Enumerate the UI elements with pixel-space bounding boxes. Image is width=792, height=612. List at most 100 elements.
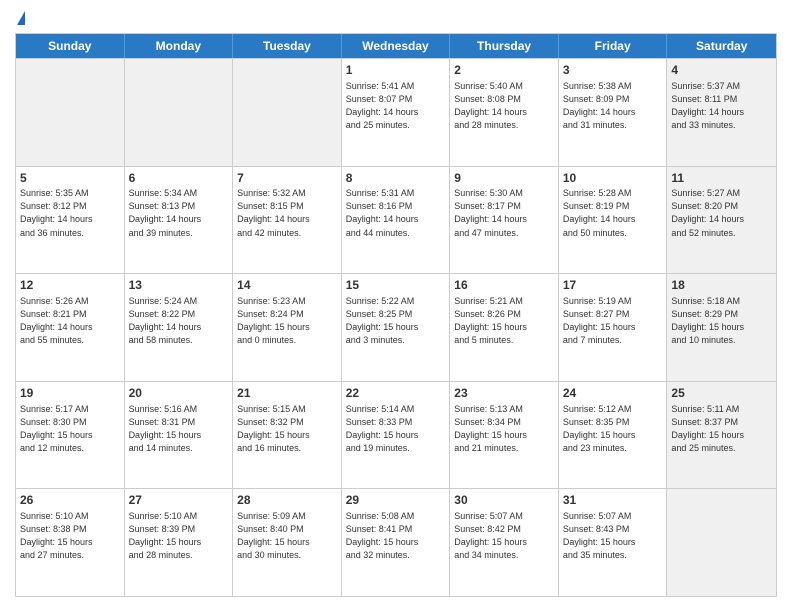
day-info: Sunrise: 5:18 AM Sunset: 8:29 PM Dayligh…: [671, 295, 772, 347]
day-info: Sunrise: 5:40 AM Sunset: 8:08 PM Dayligh…: [454, 80, 554, 132]
day-number: 23: [454, 385, 554, 402]
day-number: 28: [237, 492, 337, 509]
day-info: Sunrise: 5:15 AM Sunset: 8:32 PM Dayligh…: [237, 403, 337, 455]
calendar-day-10: 10Sunrise: 5:28 AM Sunset: 8:19 PM Dayli…: [559, 167, 668, 274]
calendar-row-4: 19Sunrise: 5:17 AM Sunset: 8:30 PM Dayli…: [16, 381, 776, 489]
calendar-day-27: 27Sunrise: 5:10 AM Sunset: 8:39 PM Dayli…: [125, 489, 234, 596]
day-info: Sunrise: 5:14 AM Sunset: 8:33 PM Dayligh…: [346, 403, 446, 455]
calendar-day-31: 31Sunrise: 5:07 AM Sunset: 8:43 PM Dayli…: [559, 489, 668, 596]
header-day-tuesday: Tuesday: [233, 34, 342, 58]
day-number: 2: [454, 62, 554, 79]
calendar-day-11: 11Sunrise: 5:27 AM Sunset: 8:20 PM Dayli…: [667, 167, 776, 274]
day-number: 24: [563, 385, 663, 402]
calendar-day-22: 22Sunrise: 5:14 AM Sunset: 8:33 PM Dayli…: [342, 382, 451, 489]
day-info: Sunrise: 5:21 AM Sunset: 8:26 PM Dayligh…: [454, 295, 554, 347]
header-day-thursday: Thursday: [450, 34, 559, 58]
calendar-day-29: 29Sunrise: 5:08 AM Sunset: 8:41 PM Dayli…: [342, 489, 451, 596]
day-info: Sunrise: 5:23 AM Sunset: 8:24 PM Dayligh…: [237, 295, 337, 347]
day-number: 31: [563, 492, 663, 509]
day-number: 7: [237, 170, 337, 187]
day-number: 21: [237, 385, 337, 402]
calendar-empty-cell: [233, 59, 342, 166]
day-info: Sunrise: 5:35 AM Sunset: 8:12 PM Dayligh…: [20, 187, 120, 239]
day-number: 13: [129, 277, 229, 294]
day-info: Sunrise: 5:24 AM Sunset: 8:22 PM Dayligh…: [129, 295, 229, 347]
calendar-header: SundayMondayTuesdayWednesdayThursdayFrid…: [16, 34, 776, 58]
calendar-empty-cell: [667, 489, 776, 596]
header-day-monday: Monday: [125, 34, 234, 58]
calendar-day-2: 2Sunrise: 5:40 AM Sunset: 8:08 PM Daylig…: [450, 59, 559, 166]
day-info: Sunrise: 5:08 AM Sunset: 8:41 PM Dayligh…: [346, 510, 446, 562]
day-info: Sunrise: 5:07 AM Sunset: 8:43 PM Dayligh…: [563, 510, 663, 562]
calendar-day-5: 5Sunrise: 5:35 AM Sunset: 8:12 PM Daylig…: [16, 167, 125, 274]
day-info: Sunrise: 5:32 AM Sunset: 8:15 PM Dayligh…: [237, 187, 337, 239]
day-number: 17: [563, 277, 663, 294]
calendar-body: 1Sunrise: 5:41 AM Sunset: 8:07 PM Daylig…: [16, 58, 776, 596]
logo-triangle-icon: [17, 11, 25, 25]
calendar-day-23: 23Sunrise: 5:13 AM Sunset: 8:34 PM Dayli…: [450, 382, 559, 489]
calendar-day-24: 24Sunrise: 5:12 AM Sunset: 8:35 PM Dayli…: [559, 382, 668, 489]
day-info: Sunrise: 5:10 AM Sunset: 8:39 PM Dayligh…: [129, 510, 229, 562]
calendar-day-26: 26Sunrise: 5:10 AM Sunset: 8:38 PM Dayli…: [16, 489, 125, 596]
calendar-day-28: 28Sunrise: 5:09 AM Sunset: 8:40 PM Dayli…: [233, 489, 342, 596]
header: [15, 15, 777, 25]
day-info: Sunrise: 5:34 AM Sunset: 8:13 PM Dayligh…: [129, 187, 229, 239]
calendar-day-4: 4Sunrise: 5:37 AM Sunset: 8:11 PM Daylig…: [667, 59, 776, 166]
day-info: Sunrise: 5:37 AM Sunset: 8:11 PM Dayligh…: [671, 80, 772, 132]
calendar-row-2: 5Sunrise: 5:35 AM Sunset: 8:12 PM Daylig…: [16, 166, 776, 274]
calendar-day-15: 15Sunrise: 5:22 AM Sunset: 8:25 PM Dayli…: [342, 274, 451, 381]
header-day-saturday: Saturday: [667, 34, 776, 58]
calendar-empty-cell: [16, 59, 125, 166]
calendar: SundayMondayTuesdayWednesdayThursdayFrid…: [15, 33, 777, 597]
day-number: 27: [129, 492, 229, 509]
day-number: 10: [563, 170, 663, 187]
day-number: 9: [454, 170, 554, 187]
day-info: Sunrise: 5:13 AM Sunset: 8:34 PM Dayligh…: [454, 403, 554, 455]
day-number: 1: [346, 62, 446, 79]
header-day-sunday: Sunday: [16, 34, 125, 58]
calendar-day-9: 9Sunrise: 5:30 AM Sunset: 8:17 PM Daylig…: [450, 167, 559, 274]
calendar-day-21: 21Sunrise: 5:15 AM Sunset: 8:32 PM Dayli…: [233, 382, 342, 489]
day-info: Sunrise: 5:41 AM Sunset: 8:07 PM Dayligh…: [346, 80, 446, 132]
day-info: Sunrise: 5:19 AM Sunset: 8:27 PM Dayligh…: [563, 295, 663, 347]
day-number: 8: [346, 170, 446, 187]
day-number: 11: [671, 170, 772, 187]
day-number: 19: [20, 385, 120, 402]
day-info: Sunrise: 5:28 AM Sunset: 8:19 PM Dayligh…: [563, 187, 663, 239]
day-info: Sunrise: 5:27 AM Sunset: 8:20 PM Dayligh…: [671, 187, 772, 239]
calendar-day-25: 25Sunrise: 5:11 AM Sunset: 8:37 PM Dayli…: [667, 382, 776, 489]
day-info: Sunrise: 5:16 AM Sunset: 8:31 PM Dayligh…: [129, 403, 229, 455]
calendar-empty-cell: [125, 59, 234, 166]
calendar-row-3: 12Sunrise: 5:26 AM Sunset: 8:21 PM Dayli…: [16, 273, 776, 381]
day-info: Sunrise: 5:30 AM Sunset: 8:17 PM Dayligh…: [454, 187, 554, 239]
day-number: 12: [20, 277, 120, 294]
day-info: Sunrise: 5:09 AM Sunset: 8:40 PM Dayligh…: [237, 510, 337, 562]
calendar-day-8: 8Sunrise: 5:31 AM Sunset: 8:16 PM Daylig…: [342, 167, 451, 274]
day-number: 29: [346, 492, 446, 509]
day-number: 16: [454, 277, 554, 294]
day-number: 20: [129, 385, 229, 402]
calendar-day-12: 12Sunrise: 5:26 AM Sunset: 8:21 PM Dayli…: [16, 274, 125, 381]
header-day-friday: Friday: [559, 34, 668, 58]
day-number: 14: [237, 277, 337, 294]
calendar-day-14: 14Sunrise: 5:23 AM Sunset: 8:24 PM Dayli…: [233, 274, 342, 381]
day-number: 4: [671, 62, 772, 79]
day-info: Sunrise: 5:12 AM Sunset: 8:35 PM Dayligh…: [563, 403, 663, 455]
day-number: 30: [454, 492, 554, 509]
day-info: Sunrise: 5:17 AM Sunset: 8:30 PM Dayligh…: [20, 403, 120, 455]
calendar-day-6: 6Sunrise: 5:34 AM Sunset: 8:13 PM Daylig…: [125, 167, 234, 274]
day-number: 5: [20, 170, 120, 187]
calendar-day-17: 17Sunrise: 5:19 AM Sunset: 8:27 PM Dayli…: [559, 274, 668, 381]
calendar-day-13: 13Sunrise: 5:24 AM Sunset: 8:22 PM Dayli…: [125, 274, 234, 381]
calendar-day-1: 1Sunrise: 5:41 AM Sunset: 8:07 PM Daylig…: [342, 59, 451, 166]
calendar-day-19: 19Sunrise: 5:17 AM Sunset: 8:30 PM Dayli…: [16, 382, 125, 489]
day-info: Sunrise: 5:10 AM Sunset: 8:38 PM Dayligh…: [20, 510, 120, 562]
day-info: Sunrise: 5:11 AM Sunset: 8:37 PM Dayligh…: [671, 403, 772, 455]
day-number: 15: [346, 277, 446, 294]
page: SundayMondayTuesdayWednesdayThursdayFrid…: [0, 0, 792, 612]
calendar-day-20: 20Sunrise: 5:16 AM Sunset: 8:31 PM Dayli…: [125, 382, 234, 489]
day-number: 25: [671, 385, 772, 402]
day-number: 22: [346, 385, 446, 402]
calendar-day-30: 30Sunrise: 5:07 AM Sunset: 8:42 PM Dayli…: [450, 489, 559, 596]
calendar-day-16: 16Sunrise: 5:21 AM Sunset: 8:26 PM Dayli…: [450, 274, 559, 381]
